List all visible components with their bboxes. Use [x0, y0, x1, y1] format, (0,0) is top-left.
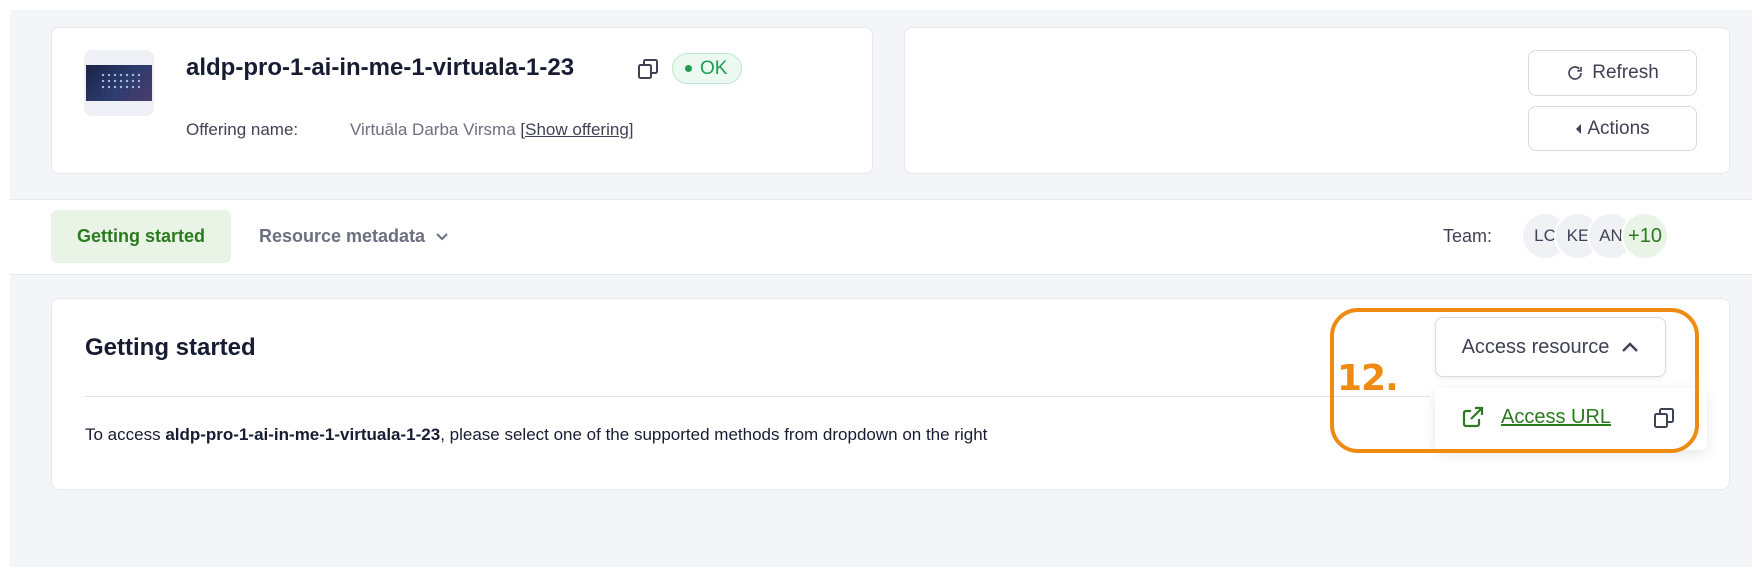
status-dot: [685, 65, 692, 72]
section-title: Getting started: [85, 334, 256, 361]
refresh-icon: [1568, 66, 1583, 80]
divider-bottom: [10, 274, 1752, 275]
caret-left-icon: [1576, 123, 1582, 134]
refresh-label: Refresh: [1592, 62, 1659, 83]
desc-resource-name: aldp-pro-1-ai-in-me-1-virtuala-1-23: [165, 425, 441, 444]
team-more-avatar[interactable]: +10: [1621, 212, 1669, 260]
offering-name: Virtuāla Darba Virsma: [350, 120, 516, 139]
tab-resource-metadata-label: Resource metadata: [259, 226, 426, 246]
actions-label: Actions: [1587, 117, 1650, 139]
access-resource-button[interactable]: Access resource: [1435, 317, 1666, 377]
chevron-up-icon: [1622, 342, 1639, 352]
external-link-icon: [1461, 405, 1485, 434]
show-offering-link[interactable]: [Show offering]: [520, 120, 633, 139]
offering-label: Offering name:: [186, 120, 299, 139]
team-label: Team:: [1443, 226, 1493, 246]
actions-button[interactable]: Actions: [1528, 106, 1697, 151]
annotation-step-number: 12.: [1337, 358, 1399, 399]
tab-getting-started[interactable]: Getting started: [51, 210, 231, 263]
copy-icon[interactable]: [636, 57, 660, 86]
access-url-link[interactable]: Access URL: [1501, 406, 1611, 429]
resource-header-card: [51, 27, 873, 174]
resource-thumbnail: [84, 50, 154, 116]
desc-prefix: To access: [85, 425, 166, 444]
section-description: To access aldp-pro-1-ai-in-me-1-virtuala…: [85, 425, 987, 445]
desc-suffix: , please select one of the supported met…: [440, 425, 988, 444]
copy-url-icon[interactable]: [1652, 406, 1676, 435]
status-text: OK: [700, 57, 728, 79]
section-divider: [85, 396, 1430, 397]
offering-value: Virtuāla Darba Virsma [Show offering]: [350, 120, 634, 140]
chevron-down-icon: [436, 232, 448, 240]
refresh-button[interactable]: Refresh: [1528, 50, 1697, 96]
access-resource-label: Access resource: [1461, 335, 1610, 358]
status-badge: OK: [672, 53, 743, 84]
tab-resource-metadata[interactable]: Resource metadata: [259, 226, 449, 247]
resource-title: aldp-pro-1-ai-in-me-1-virtuala-1-23: [186, 54, 575, 81]
